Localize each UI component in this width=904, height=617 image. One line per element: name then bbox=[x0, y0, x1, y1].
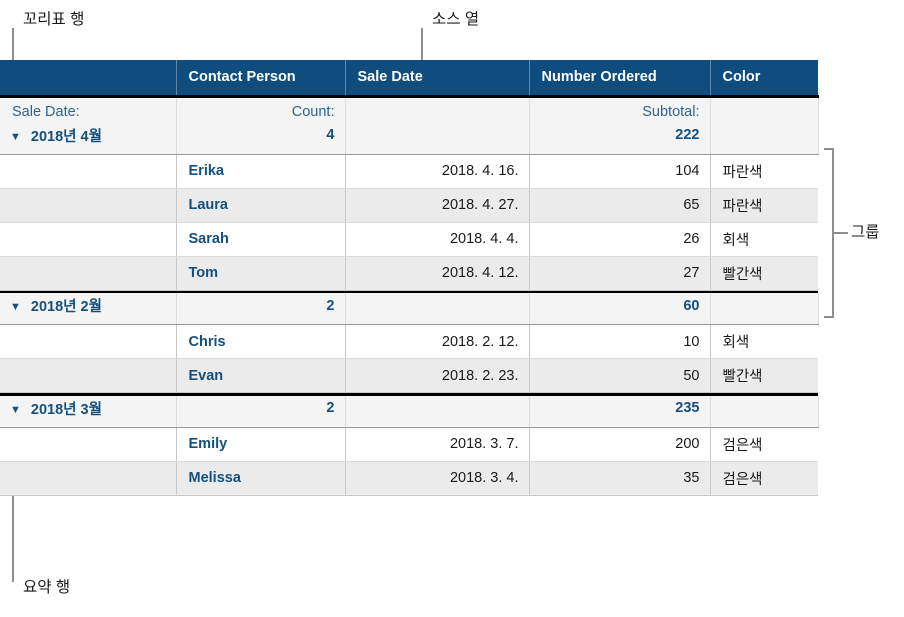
group-summary-row[interactable]: ▼ 2018년 2월 2 60 bbox=[0, 293, 819, 325]
cell-number-ordered: 104 bbox=[529, 154, 711, 189]
group-color-cell bbox=[710, 395, 819, 428]
cell-color: 빨간색 bbox=[710, 256, 818, 291]
group-subtotal-cell: 222 bbox=[529, 122, 711, 155]
label-sale-date bbox=[345, 96, 530, 123]
callout-label-group: 그룹 bbox=[851, 224, 880, 241]
table-row[interactable]: Sarah 2018. 4. 4. 26 회색 bbox=[0, 222, 818, 257]
cell-color: 파란색 bbox=[710, 188, 818, 223]
cell-contact-person: Melissa bbox=[176, 461, 346, 496]
label-count: Count: bbox=[176, 96, 346, 123]
cell-color: 회색 bbox=[710, 324, 818, 359]
cell-sale-date: 2018. 4. 12. bbox=[345, 256, 530, 291]
group-name-label: 2018년 4월 bbox=[30, 128, 102, 145]
disclosure-triangle-icon[interactable]: ▼ bbox=[10, 301, 21, 313]
cell-number-ordered: 35 bbox=[529, 461, 711, 496]
cell-contact-person: Erika bbox=[176, 154, 346, 189]
column-header-color[interactable]: Color bbox=[710, 60, 818, 97]
label-category: Sale Date: bbox=[0, 96, 177, 123]
cell-sale-date: 2018. 3. 4. bbox=[345, 461, 530, 496]
callout-label-summary-row: 요약 행 bbox=[23, 579, 71, 596]
cell-sale-date: 2018. 4. 4. bbox=[345, 222, 530, 257]
cell-color: 검은색 bbox=[710, 461, 818, 496]
group-summary-row[interactable]: ▼ 2018년 4월 4 222 bbox=[0, 122, 819, 155]
group-subtotal-cell: 235 bbox=[529, 395, 711, 428]
summary-label-row: Sale Date: Count: Subtotal: bbox=[0, 96, 819, 123]
group-summary-row[interactable]: ▼ 2018년 3월 2 235 bbox=[0, 395, 819, 428]
callout-label-tag-row: 꼬리표 행 bbox=[23, 11, 85, 28]
cell-contact-person: Laura bbox=[176, 188, 346, 223]
cell-number-ordered: 50 bbox=[529, 358, 711, 393]
cell-color: 검은색 bbox=[710, 427, 818, 462]
cell-sale-date: 2018. 4. 16. bbox=[345, 154, 530, 189]
group-count-cell: 2 bbox=[176, 395, 346, 428]
table-row[interactable]: Evan 2018. 2. 23. 50 빨간색 bbox=[0, 358, 818, 393]
cell-color: 회색 bbox=[710, 222, 818, 257]
group-count-cell: 2 bbox=[176, 293, 346, 325]
cell-contact-person: Chris bbox=[176, 324, 346, 359]
label-subtotal: Subtotal: bbox=[529, 96, 711, 123]
cell-category bbox=[0, 461, 177, 496]
table-row[interactable]: Laura 2018. 4. 27. 65 파란색 bbox=[0, 188, 818, 223]
cell-contact-person: Emily bbox=[176, 427, 346, 462]
group-count-cell: 4 bbox=[176, 122, 346, 155]
cell-category bbox=[0, 154, 177, 189]
group-color-cell bbox=[710, 122, 819, 155]
table-row[interactable]: Emily 2018. 3. 7. 200 검은색 bbox=[0, 427, 818, 462]
callout-leader-group bbox=[834, 232, 848, 234]
header-row: Contact Person Sale Date Number Ordered … bbox=[0, 60, 818, 97]
cell-sale-date: 2018. 3. 7. bbox=[345, 427, 530, 462]
callout-leader-source-column bbox=[421, 28, 423, 62]
cell-category bbox=[0, 222, 177, 257]
group-color-cell bbox=[710, 293, 819, 325]
cell-color: 파란색 bbox=[710, 154, 818, 189]
disclosure-triangle-icon[interactable]: ▼ bbox=[10, 131, 21, 143]
cell-contact-person: Tom bbox=[176, 256, 346, 291]
group-date-cell bbox=[345, 293, 530, 325]
label-color bbox=[710, 96, 819, 123]
table-row[interactable]: Erika 2018. 4. 16. 104 파란색 bbox=[0, 154, 818, 189]
cell-category bbox=[0, 358, 177, 393]
cell-sale-date: 2018. 2. 12. bbox=[345, 324, 530, 359]
group-date-cell bbox=[345, 395, 530, 428]
group-name-cell[interactable]: ▼ 2018년 4월 bbox=[0, 122, 177, 155]
group-subtotal-cell: 60 bbox=[529, 293, 711, 325]
cell-sale-date: 2018. 2. 23. bbox=[345, 358, 530, 393]
group-name-cell[interactable]: ▼ 2018년 3월 bbox=[0, 395, 177, 428]
pivot-table: Contact Person Sale Date Number Ordered … bbox=[0, 60, 819, 496]
cell-number-ordered: 65 bbox=[529, 188, 711, 223]
table-row[interactable]: Chris 2018. 2. 12. 10 회색 bbox=[0, 324, 818, 359]
table-row[interactable]: Tom 2018. 4. 12. 27 빨간색 bbox=[0, 256, 818, 291]
group-name-label: 2018년 3월 bbox=[30, 401, 102, 418]
group-name-cell[interactable]: ▼ 2018년 2월 bbox=[0, 293, 177, 325]
cell-category bbox=[0, 427, 177, 462]
group-name-label: 2018년 2월 bbox=[30, 299, 102, 315]
cell-number-ordered: 10 bbox=[529, 324, 711, 359]
cell-number-ordered: 200 bbox=[529, 427, 711, 462]
cell-number-ordered: 26 bbox=[529, 222, 711, 257]
callout-bracket-group bbox=[824, 148, 834, 318]
column-header-sale-date[interactable]: Sale Date bbox=[345, 60, 530, 97]
cell-number-ordered: 27 bbox=[529, 256, 711, 291]
table-header: Contact Person Sale Date Number Ordered … bbox=[0, 60, 818, 97]
cell-category bbox=[0, 256, 177, 291]
cell-category bbox=[0, 324, 177, 359]
callout-label-source-column: 소스 열 bbox=[432, 11, 480, 28]
cell-category bbox=[0, 188, 177, 223]
table-row[interactable]: Melissa 2018. 3. 4. 35 검은색 bbox=[0, 461, 818, 496]
table-body: Sale Date: Count: Subtotal: ▼ 2018년 4월 4 … bbox=[0, 96, 819, 496]
cell-contact-person: Evan bbox=[176, 358, 346, 393]
column-header-number-ordered[interactable]: Number Ordered bbox=[529, 60, 711, 97]
cell-color: 빨간색 bbox=[710, 358, 818, 393]
cell-sale-date: 2018. 4. 27. bbox=[345, 188, 530, 223]
group-date-cell bbox=[345, 122, 530, 155]
cell-contact-person: Sarah bbox=[176, 222, 346, 257]
column-header-contact-person[interactable]: Contact Person bbox=[176, 60, 346, 97]
disclosure-triangle-icon[interactable]: ▼ bbox=[10, 404, 21, 416]
column-header-category[interactable] bbox=[0, 60, 177, 97]
pivot-table-container: Contact Person Sale Date Number Ordered … bbox=[0, 60, 819, 556]
